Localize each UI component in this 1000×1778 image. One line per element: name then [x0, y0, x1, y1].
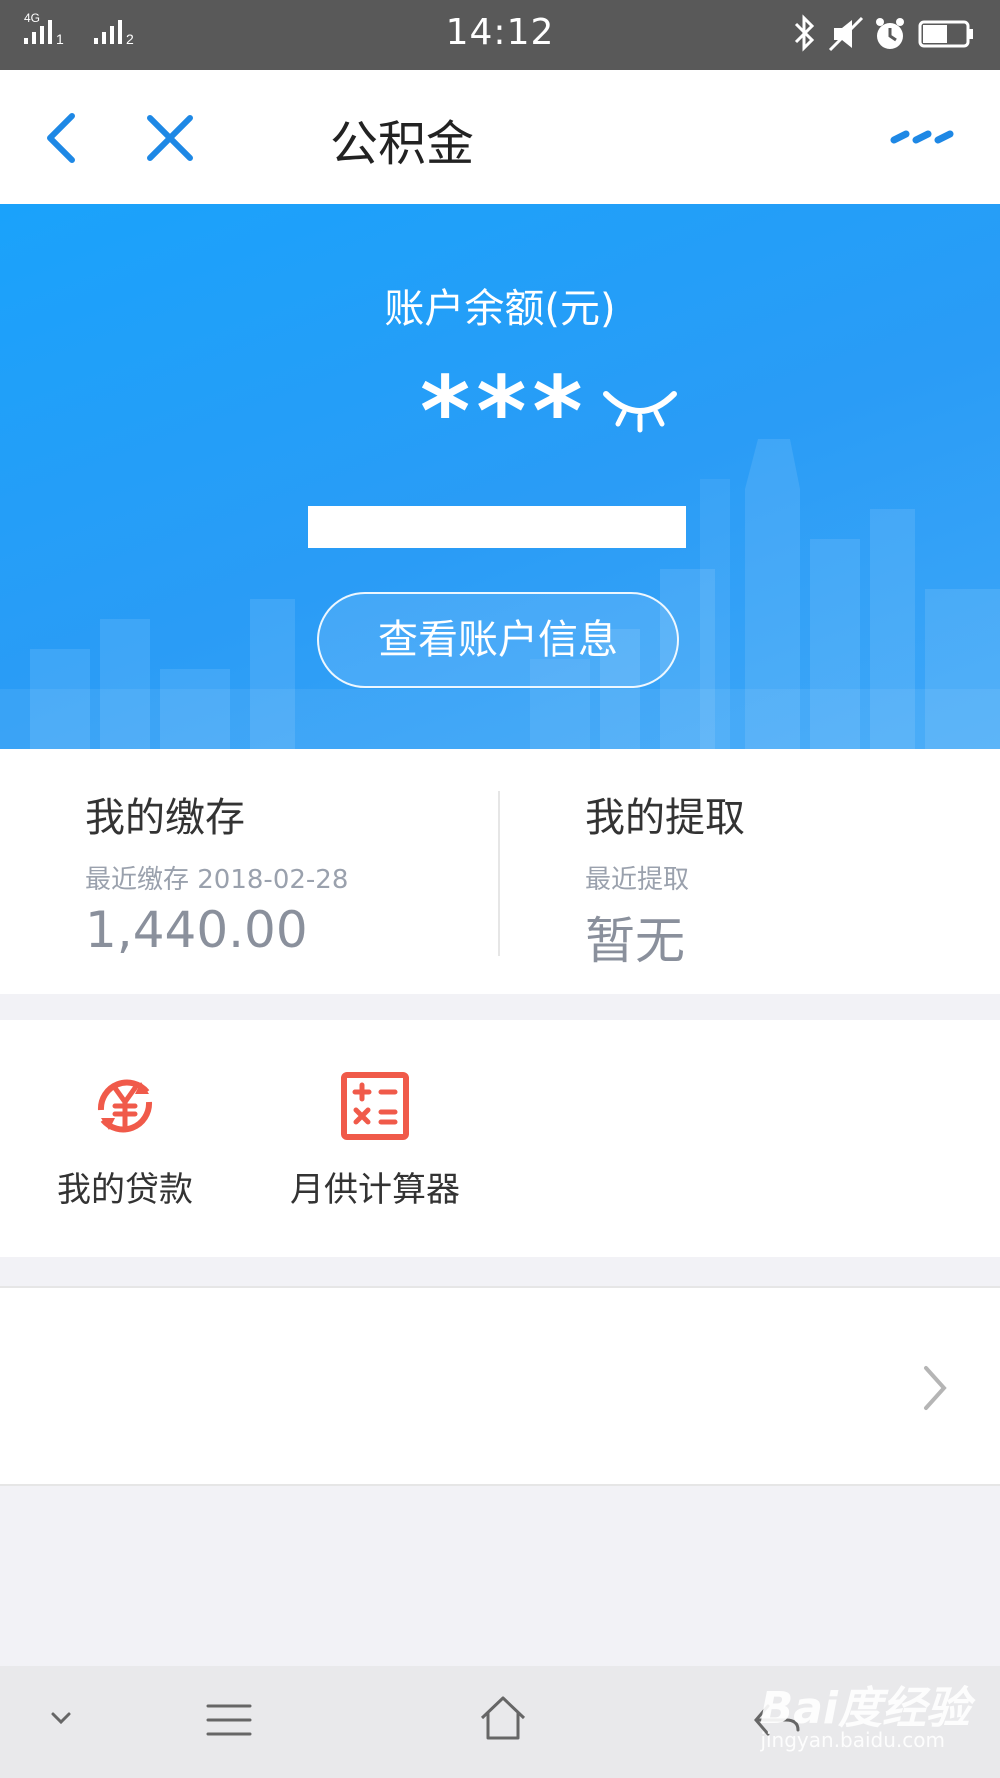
chevron-right-icon	[924, 1366, 947, 1410]
watermark-sub: jingyan.baidu.com	[760, 1728, 945, 1752]
withdraw-value: 暂无	[585, 912, 685, 970]
list-item[interactable]	[0, 1286, 1000, 1486]
alarm-icon	[876, 18, 904, 49]
page-title: 公积金	[330, 116, 475, 172]
nav-bar: 公积金	[0, 70, 1000, 205]
calculator-icon	[341, 1072, 409, 1140]
back-icon[interactable]	[40, 108, 90, 168]
deposit-value: 1,440.00	[85, 901, 308, 959]
calculator-button[interactable]: 月供计算器	[280, 1070, 470, 1211]
battery-icon	[918, 20, 973, 48]
yuan-loan-icon	[97, 1079, 153, 1133]
watermark: Bai度经验	[759, 1683, 970, 1734]
my-loan-label: 我的贷款	[57, 1170, 193, 1210]
divider	[498, 791, 500, 956]
my-loan-button[interactable]: 我的贷款	[52, 1070, 198, 1211]
menu-icon[interactable]	[206, 1700, 252, 1740]
redacted-bar	[308, 506, 686, 548]
eye-closed-icon[interactable]	[600, 384, 680, 434]
skyline-decoration	[0, 439, 1000, 749]
mute-icon	[828, 16, 864, 52]
bottom-nav-bar: Bai度经验 jingyan.baidu.com	[0, 1666, 1000, 1778]
tools-panel: 我的贷款 月供计算器	[0, 1020, 1000, 1257]
deposit-sub: 最近缴存 2018-02-28	[85, 865, 349, 895]
calculator-label: 月供计算器	[290, 1170, 460, 1210]
view-account-button[interactable]: 查看账户信息	[317, 592, 679, 688]
deposit-title: 我的缴存	[85, 795, 245, 841]
stats-panel: 我的缴存 最近缴存 2018-02-28 1,440.00 我的提取 最近提取 …	[0, 749, 1000, 994]
status-icons	[786, 12, 986, 60]
status-bar: 4G 1 2 14:12	[0, 0, 1000, 70]
bluetooth-icon	[794, 14, 815, 52]
collapse-icon[interactable]	[48, 1708, 74, 1728]
balance-amount: ***	[420, 356, 589, 468]
close-icon[interactable]	[140, 108, 200, 168]
balance-card: 账户余额(元) *** 查看账户信息	[0, 204, 1000, 749]
balance-label: 账户余额(元)	[384, 286, 616, 332]
home-icon[interactable]	[478, 1694, 528, 1742]
withdraw-sub: 最近提取	[585, 865, 690, 895]
more-icon[interactable]	[890, 122, 960, 152]
withdraw-title: 我的提取	[585, 795, 745, 841]
